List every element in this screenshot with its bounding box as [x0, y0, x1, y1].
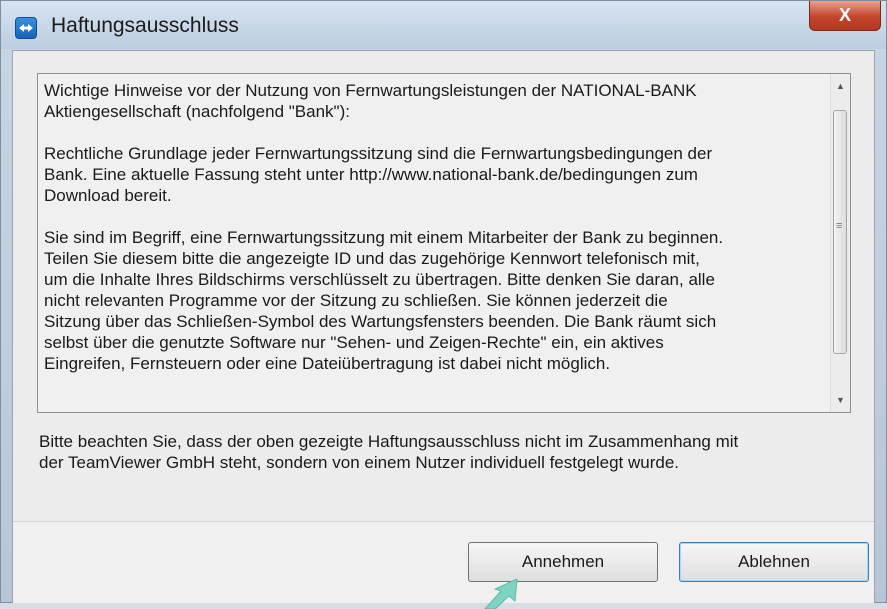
- teamviewer-note: Bitte beachten Sie, dass der oben gezeig…: [39, 432, 739, 472]
- dialog-content: Wichtige Hinweise vor der Nutzung von Fe…: [12, 50, 875, 603]
- annotation-arrow-icon: [484, 579, 518, 609]
- scroll-down-arrow-icon[interactable]: ▼: [831, 390, 850, 410]
- accept-button[interactable]: Annehmen: [468, 542, 658, 582]
- scroll-up-arrow-icon[interactable]: ▲: [831, 76, 850, 96]
- scroll-thumb[interactable]: ≡: [833, 110, 847, 354]
- decline-button[interactable]: Ablehnen: [679, 542, 869, 582]
- disclaimer-paragraph: Wichtige Hinweise vor der Nutzung von Fe…: [44, 81, 697, 121]
- disclaimer-paragraph: Rechtliche Grundlage jeder Fernwartungss…: [44, 144, 713, 205]
- vertical-scrollbar[interactable]: ▲ ≡ ▼: [830, 74, 850, 412]
- window-title: Haftungsausschluss: [51, 14, 239, 37]
- disclaimer-textbox[interactable]: Wichtige Hinweise vor der Nutzung von Fe…: [37, 73, 851, 413]
- close-icon: X: [838, 5, 851, 25]
- disclaimer-text: Wichtige Hinweise vor der Nutzung von Fe…: [44, 80, 826, 410]
- disclaimer-paragraph: Sie sind im Begriff, eine Fernwartungssi…: [44, 228, 724, 373]
- dialog-window: Haftungsausschluss X Wichtige Hinweise v…: [0, 0, 887, 609]
- title-bar[interactable]: Haftungsausschluss X: [1, 1, 886, 49]
- button-bar: Annehmen Ablehnen: [13, 521, 874, 603]
- grip-icon: ≡: [836, 220, 843, 232]
- close-button[interactable]: X: [809, 1, 881, 31]
- teamviewer-icon: [15, 17, 37, 39]
